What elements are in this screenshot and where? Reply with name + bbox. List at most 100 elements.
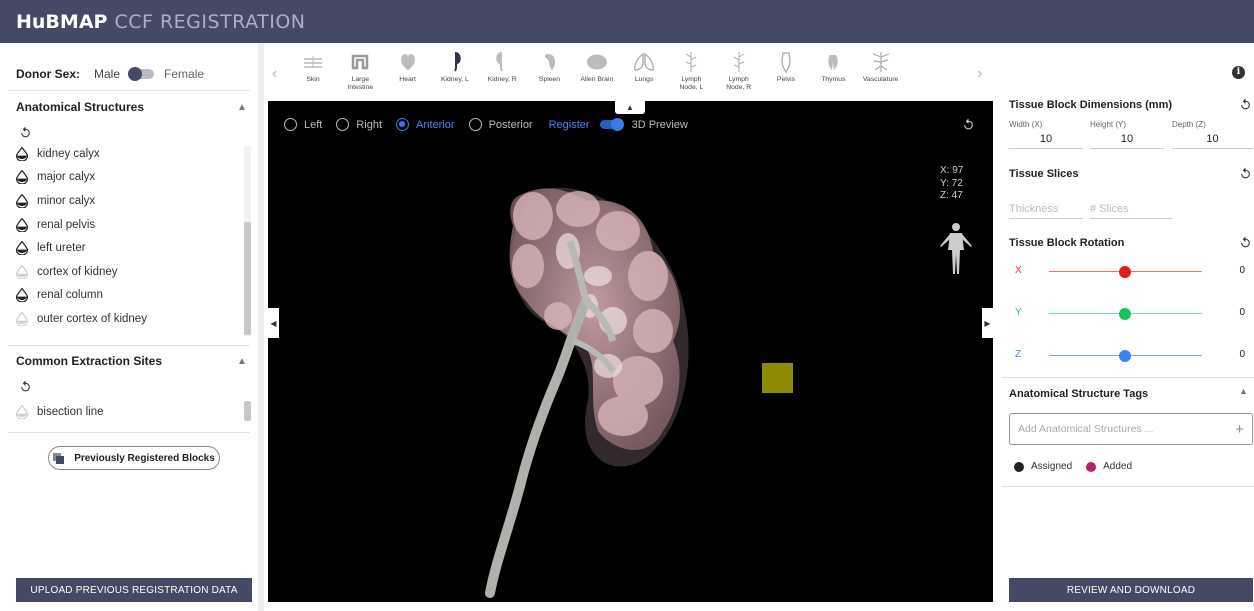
view-left-option[interactable]: Left <box>284 118 322 131</box>
view-anterior-option[interactable]: Anterior <box>396 118 455 131</box>
slider-thumb[interactable] <box>1119 308 1131 320</box>
organ-allen-brain[interactable]: Allen Brain <box>574 51 620 84</box>
thymus-icon <box>810 51 856 73</box>
list-item[interactable]: major calyx <box>15 166 246 190</box>
pelvis-icon <box>763 51 809 73</box>
thickness-input[interactable]: Thickness <box>1009 203 1083 219</box>
radio-icon[interactable] <box>468 118 482 131</box>
reset-icon[interactable] <box>19 380 33 394</box>
extraction-sites-header[interactable]: Common Extraction Sites ▲ <box>16 354 248 368</box>
donor-female-option[interactable]: Female <box>164 67 204 81</box>
list-item[interactable]: renal column <box>15 284 246 308</box>
donor-male-option[interactable]: Male <box>94 67 120 81</box>
organ-skin[interactable]: Skin <box>290 51 336 84</box>
allen-brain-icon <box>574 51 620 73</box>
reset-slices-icon[interactable] <box>1239 167 1252 183</box>
width-field[interactable]: Width (X) 10 <box>1009 120 1083 149</box>
organ-spleen[interactable]: Spleen <box>527 51 573 84</box>
opacity-drop-icon[interactable] <box>15 169 29 185</box>
upload-registration-button[interactable]: UPLOAD PREVIOUS REGISTRATION DATA <box>16 578 252 602</box>
preview-label[interactable]: 3D Preview <box>632 119 688 131</box>
radio-icon[interactable] <box>336 118 350 131</box>
structures-scrollbar-thumb[interactable] <box>244 222 251 335</box>
organ-carousel: ‹ Skin Large Intestine Heart Kidney, L Kidne… <box>270 43 998 101</box>
list-item[interactable]: left ureter <box>15 236 246 260</box>
collapse-left-tab[interactable]: ◀ <box>268 308 279 338</box>
organ-label: Thymus <box>821 76 846 83</box>
organ-lymph-node-r[interactable]: Lymph Node, R <box>716 51 762 92</box>
structure-tags-input[interactable]: Add Anatomical Structures ... + <box>1009 413 1253 445</box>
organ-label: Kidney, L <box>440 76 469 83</box>
list-item[interactable]: bisection line <box>15 400 246 424</box>
donor-sex-toggle[interactable] <box>128 67 155 81</box>
organ-thymus[interactable]: Thymus <box>810 51 856 84</box>
anatomical-structures-header[interactable]: Anatomical Structures ▲ <box>16 100 248 114</box>
list-item-label: bisection line <box>37 405 104 418</box>
lungs-icon <box>621 51 667 73</box>
kidney-model[interactable] <box>268 101 993 602</box>
opacity-drop-icon[interactable] <box>15 217 29 233</box>
view-posterior-option[interactable]: Posterior <box>468 118 533 131</box>
organ-pelvis[interactable]: Pelvis <box>763 51 809 84</box>
rotation-x-slider[interactable]: X 0 <box>1009 265 1245 279</box>
organ-lymph-node-l[interactable]: Lymph Node, L <box>668 51 714 92</box>
list-item[interactable]: outer cortex of kidney <box>15 307 246 331</box>
list-item[interactable]: kidney calyx <box>15 142 246 166</box>
structure-tags-title: Anatomical Structure Tags <box>1009 388 1149 400</box>
reset-rotation-icon[interactable] <box>1239 236 1252 252</box>
opacity-drop-icon[interactable] <box>15 264 29 280</box>
extraction-scrollbar-thumb[interactable] <box>244 401 251 421</box>
radio-icon[interactable] <box>284 118 297 131</box>
chevron-up-icon[interactable]: ▲ <box>236 356 248 367</box>
organ-vasculature[interactable]: Vasculature <box>858 51 904 84</box>
collapse-top-tab[interactable]: ▲ <box>615 101 645 114</box>
organ-kidney-l[interactable]: Kidney, L <box>432 51 478 84</box>
opacity-drop-icon[interactable] <box>15 240 29 256</box>
assigned-dot <box>1014 461 1024 472</box>
organ-lungs[interactable]: Lungs <box>621 51 667 84</box>
plus-icon[interactable]: + <box>1235 421 1244 438</box>
chevron-up-icon[interactable]: ▲ <box>1239 386 1248 396</box>
list-item[interactable]: cortex of kidney <box>15 260 246 284</box>
hubmap-logo[interactable]: HuBMAP <box>16 11 107 33</box>
opacity-drop-icon[interactable] <box>15 287 29 303</box>
height-field[interactable]: Height (Y) 10 <box>1090 120 1164 149</box>
rotation-z-slider[interactable]: Z 0 <box>1009 349 1245 363</box>
preview-toggle[interactable] <box>599 118 624 131</box>
list-item[interactable]: renal pelvis <box>15 213 246 237</box>
anatomical-structures-title: Anatomical Structures <box>16 100 145 114</box>
tissue-block[interactable] <box>762 363 793 393</box>
organ-label: Allen Brain <box>580 76 614 83</box>
list-item[interactable]: minor calyx <box>15 189 246 213</box>
depth-field[interactable]: Depth (Z) 10 <box>1172 120 1253 149</box>
view-right-option[interactable]: Right <box>336 118 382 131</box>
opacity-drop-icon[interactable] <box>15 193 29 209</box>
rotation-y-slider[interactable]: Y 0 <box>1009 307 1245 321</box>
opacity-drop-icon[interactable] <box>15 311 29 327</box>
organ-large-intestine[interactable]: Large Intestine <box>337 51 383 92</box>
opacity-drop-icon[interactable] <box>15 404 29 420</box>
register-label[interactable]: Register <box>549 119 590 131</box>
opacity-drop-icon[interactable] <box>15 146 29 162</box>
chevron-left-icon[interactable]: ‹ <box>272 65 277 83</box>
tissue-slices-title: Tissue Slices <box>1009 168 1079 180</box>
collapse-right-tab[interactable]: ▶ <box>982 308 993 338</box>
organ-kidney-r[interactable]: Kidney, R <box>479 51 525 84</box>
slice-count-input[interactable]: # Slices <box>1090 203 1172 219</box>
reset-dimensions-icon[interactable] <box>1239 98 1252 114</box>
radio-selected-icon[interactable] <box>396 118 410 131</box>
app-header: HuBMAP CCF REGISTRATION <box>0 0 1254 43</box>
review-download-button[interactable]: REVIEW AND DOWNLOAD <box>1009 578 1253 602</box>
divider <box>8 432 250 433</box>
info-icon[interactable]: i <box>1232 66 1245 79</box>
chevron-up-icon[interactable]: ▲ <box>236 102 248 113</box>
reset-view-icon[interactable] <box>962 118 975 134</box>
slider-thumb[interactable] <box>1119 350 1131 362</box>
slider-thumb[interactable] <box>1119 266 1131 278</box>
list-item-label: major calyx <box>37 171 96 184</box>
organ-heart[interactable]: Heart <box>385 51 431 84</box>
previously-registered-blocks-button[interactable]: Previously Registered Blocks <box>48 446 220 470</box>
reset-icon[interactable] <box>19 126 33 140</box>
chevron-right-icon[interactable]: › <box>977 65 982 83</box>
tags-legend: Assigned Added <box>1014 461 1132 472</box>
